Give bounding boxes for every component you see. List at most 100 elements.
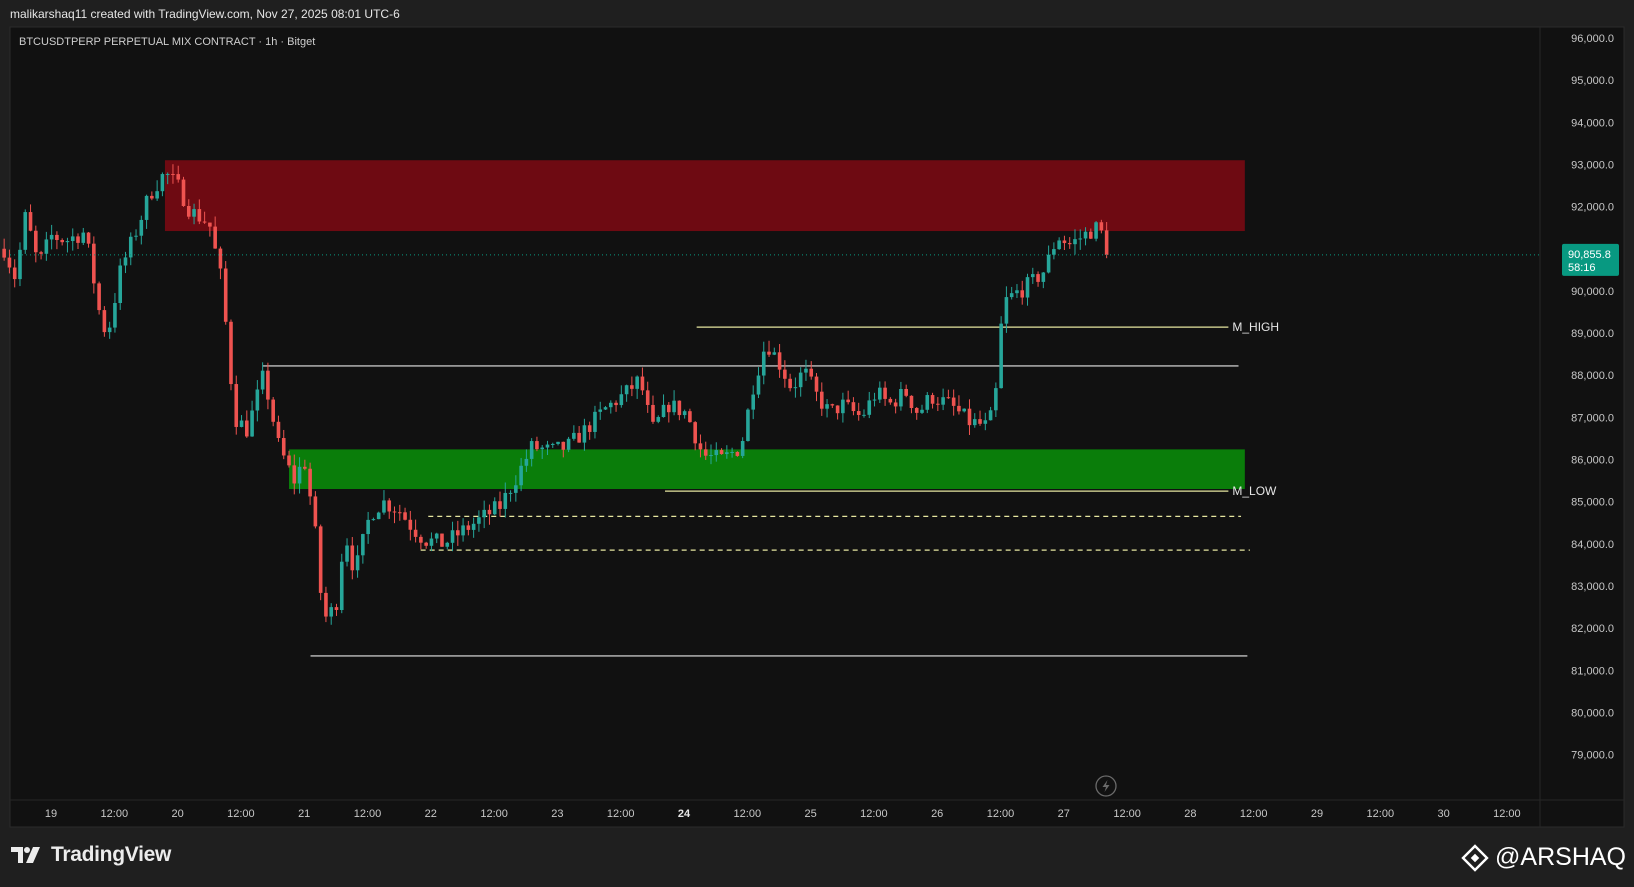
candle-body	[113, 302, 117, 328]
candle-body	[788, 378, 792, 389]
candle-body	[218, 248, 223, 269]
price-tick-label: 82,000.0	[1571, 623, 1614, 635]
candle-body	[698, 443, 703, 450]
candle-body	[403, 512, 407, 520]
candle-body	[1094, 222, 1098, 239]
candle-body	[514, 485, 518, 493]
candle-body	[276, 421, 281, 439]
time-tick-label: 22	[425, 808, 437, 820]
current-price-value: 90,855.8	[1568, 249, 1611, 261]
candle-body	[730, 451, 734, 453]
candle-body	[867, 400, 872, 415]
candle-body	[92, 243, 96, 284]
candle-body	[213, 226, 217, 249]
candle-body	[930, 395, 935, 404]
time-tick-label: 19	[45, 808, 57, 820]
candle-body	[920, 409, 924, 413]
price-tick-label: 93,000.0	[1571, 159, 1614, 171]
time-tick-label: 25	[804, 808, 816, 820]
candle-body	[81, 232, 86, 243]
candle-body	[777, 352, 782, 370]
candle-body	[635, 376, 639, 389]
candle-body	[339, 561, 344, 610]
candle-body	[1046, 254, 1051, 273]
candle-body	[825, 404, 829, 409]
candle-body	[893, 402, 898, 407]
candle	[339, 553, 344, 614]
candle-body	[503, 492, 508, 509]
candle-body	[725, 452, 729, 455]
time-tick-label: 28	[1184, 808, 1196, 820]
candle-body	[746, 409, 750, 442]
candle-body	[498, 501, 502, 509]
supply-zone	[164, 160, 1245, 232]
candle-body	[1030, 274, 1035, 278]
candle-body	[951, 397, 956, 406]
candle	[313, 491, 318, 529]
price-tick-label: 92,000.0	[1571, 202, 1614, 214]
candle-body	[1089, 231, 1093, 239]
candle-body	[793, 387, 798, 389]
candle-body	[967, 408, 972, 426]
candle-body	[624, 385, 629, 395]
candle-body	[376, 512, 381, 520]
candle-body	[2, 248, 6, 258]
candle-body	[186, 205, 191, 217]
candle-body	[245, 420, 249, 437]
candle-body	[856, 411, 861, 415]
time-tick-label: 12:00	[734, 808, 762, 820]
candle-body	[999, 323, 1003, 389]
candle-body	[914, 408, 919, 413]
candle-body	[556, 441, 560, 444]
candle-body	[719, 450, 724, 455]
candle-body	[888, 398, 893, 403]
candle	[229, 319, 233, 391]
current-price-tag-layer: 90,855.858:16	[1562, 243, 1619, 276]
candle-body	[714, 450, 719, 456]
candle-body	[371, 519, 376, 521]
price-tick-label: 79,000.0	[1571, 750, 1614, 762]
candle-body	[107, 327, 112, 333]
price-tick-label: 80,000.0	[1571, 707, 1614, 719]
candle-body	[693, 422, 697, 444]
candle-body	[192, 209, 196, 217]
candle-body	[466, 525, 471, 530]
candle-body	[899, 388, 903, 407]
candle-body	[144, 195, 149, 220]
price-tick-label: 84,000.0	[1571, 539, 1614, 551]
candle-body	[1052, 249, 1056, 255]
price-tick-label: 88,000.0	[1571, 370, 1614, 382]
candle-body	[1020, 290, 1025, 298]
candle-body	[65, 241, 70, 243]
candle-body	[197, 209, 202, 222]
candle-body	[735, 451, 740, 456]
candle-body	[798, 372, 803, 388]
tradingview-logo-icon	[11, 847, 40, 863]
candle-body	[656, 417, 661, 422]
candle-body	[28, 212, 33, 231]
candle-body	[751, 394, 756, 410]
candle-body	[250, 410, 254, 437]
price-chart[interactable]: M_HIGH M_LOW 96,000.0 95,000.0 94,000.0 93,0…	[0, 0, 1634, 887]
candle	[234, 375, 239, 435]
tradingview-logo[interactable]: TradingView	[11, 843, 171, 867]
candle-body	[830, 404, 835, 406]
tradingview-logo-text: TradingView	[51, 843, 172, 866]
price-tick-label: 89,000.0	[1571, 328, 1614, 340]
candle-body	[1062, 240, 1067, 244]
candle-body	[814, 376, 819, 392]
candle-body	[39, 252, 43, 254]
candle-body	[18, 249, 22, 280]
candle-body	[487, 509, 492, 515]
candle-body	[804, 368, 808, 373]
candle-body	[550, 443, 555, 445]
candle-body	[397, 512, 402, 514]
candle-body	[44, 239, 49, 254]
candle-body	[165, 173, 170, 175]
candle-body	[941, 397, 945, 405]
candle-body	[1078, 238, 1083, 240]
candle-body	[508, 492, 513, 494]
candle-body	[345, 545, 349, 562]
price-tick-label: 95,000.0	[1571, 75, 1614, 87]
candle-body	[883, 387, 887, 399]
